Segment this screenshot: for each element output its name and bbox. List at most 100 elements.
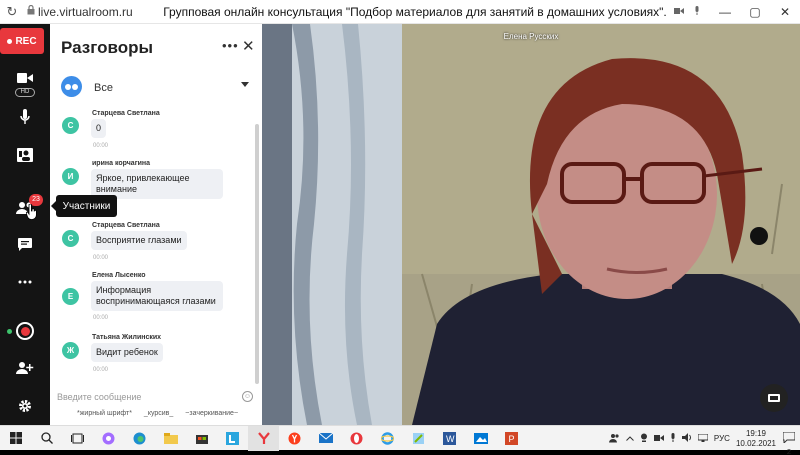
minimize-icon[interactable]: — <box>710 5 740 19</box>
more-button[interactable] <box>0 274 50 290</box>
photos-icon <box>473 432 488 444</box>
mic-status-icon[interactable] <box>694 5 700 18</box>
add-user-icon <box>16 362 34 374</box>
message-list[interactable]: С Старцева Светлана 0 00:00 И ирина корч… <box>50 108 255 396</box>
task-view-button[interactable] <box>62 426 93 451</box>
ie-icon <box>381 431 394 445</box>
powerpoint-icon: P <box>505 431 518 445</box>
share-screen-button[interactable] <box>0 147 50 163</box>
bold-hint: *жирный шрифт* <box>77 410 132 417</box>
chat-icon <box>18 237 32 251</box>
message-time: 00:00 <box>93 315 109 321</box>
record-toggle-button[interactable] <box>16 322 34 340</box>
task-view-icon <box>71 433 84 443</box>
notification-count: 2 <box>786 446 792 455</box>
notifications-button[interactable]: 2 <box>782 431 796 455</box>
notepad-icon <box>413 432 424 444</box>
settings-button[interactable] <box>0 398 50 414</box>
formatting-hints: *жирный шрифт* _курсив_ ~зачеркивание~ <box>77 410 238 417</box>
windows-taskbar: W P РУС 19:19 10.02.2021 2 <box>0 425 800 455</box>
message-time: 00:00 <box>93 143 109 149</box>
screen-layout-button[interactable] <box>760 384 788 412</box>
powerpoint-app-button[interactable]: P <box>496 426 527 451</box>
alice-app-button[interactable] <box>93 426 124 451</box>
l-app-button[interactable] <box>217 426 248 451</box>
maximize-icon[interactable]: ▢ <box>740 5 770 19</box>
mic-tray-icon[interactable] <box>670 433 676 444</box>
participants-tooltip: Участники <box>51 195 117 217</box>
browser-top-bar: ↻ live.virtualroom.ru Групповая онлайн к… <box>0 0 800 24</box>
message-text: Информация воспринимающаяся глазами <box>91 281 223 311</box>
chat-close-icon[interactable]: ✕ <box>242 37 255 55</box>
chat-panel: Разговоры ••• ✕ Все С Старцева Светлана … <box>50 24 262 425</box>
alice-icon <box>102 432 115 444</box>
left-toolbar: REC HD 23 <box>0 24 50 425</box>
system-tray: РУС 19:19 10.02.2021 2 <box>608 426 800 455</box>
camera-status-icon[interactable] <box>674 6 684 18</box>
network-icon[interactable] <box>697 433 709 444</box>
word-app-button[interactable]: W <box>434 426 465 451</box>
strikethrough-hint: ~зачеркивание~ <box>185 410 239 417</box>
yandex-y-icon <box>257 431 270 444</box>
edge-icon <box>133 432 146 444</box>
microphone-button[interactable] <box>0 108 50 126</box>
opera-icon <box>350 432 363 444</box>
recipient-filter-label[interactable]: Все <box>94 82 113 94</box>
camera-button[interactable] <box>0 70 50 86</box>
message-time: 00:00 <box>93 367 109 373</box>
edge-app-button[interactable] <box>124 426 155 451</box>
windows-start-button[interactable] <box>0 426 31 451</box>
close-window-icon[interactable]: ✕ <box>770 5 800 19</box>
people-icon[interactable] <box>608 433 620 445</box>
l-app-icon <box>226 431 239 445</box>
chevron-down-icon[interactable] <box>241 82 249 87</box>
opera-app-button[interactable] <box>341 426 372 451</box>
message-input[interactable]: Введите сообщение <box>57 392 141 402</box>
yandex-icon <box>288 432 301 444</box>
chevron-up-icon[interactable] <box>626 434 634 443</box>
address-bar-url[interactable]: live.virtualroom.ru <box>38 5 156 19</box>
window-controls: — ▢ ✕ <box>710 5 800 19</box>
mail-icon <box>318 433 333 443</box>
camera-icon <box>17 73 33 83</box>
italic-hint: _курсив_ <box>143 410 174 417</box>
avatar: Е <box>62 288 79 305</box>
message-list-scrollbar[interactable] <box>255 124 259 384</box>
photos-app-button[interactable] <box>465 426 496 451</box>
emoji-icon[interactable]: ☺ <box>242 391 253 402</box>
volume-icon[interactable] <box>681 433 692 444</box>
message-author: Старцева Светлана <box>92 222 160 229</box>
notification-icon <box>782 431 796 444</box>
message-author: Старцева Светлана <box>92 110 160 117</box>
speaker-name: Елена Русских <box>503 32 559 41</box>
lock-icon <box>24 4 38 18</box>
word-icon: W <box>443 431 456 445</box>
explorer-app-button[interactable] <box>155 426 186 451</box>
search-taskbar-button[interactable] <box>31 426 62 451</box>
ie-app-button[interactable] <box>372 426 403 451</box>
chat-more-icon[interactable]: ••• <box>222 38 239 53</box>
reload-icon[interactable]: ↻ <box>0 4 24 20</box>
message-text: Восприятие глазами <box>91 231 187 250</box>
avatar: И <box>62 168 79 185</box>
language-indicator[interactable]: РУС <box>714 434 730 443</box>
hand-cursor-icon <box>26 204 37 220</box>
mail-app-button[interactable] <box>310 426 341 451</box>
webcam-tray-icon[interactable] <box>640 433 648 444</box>
windows-logo-icon <box>9 432 22 444</box>
notepad-app-button[interactable] <box>403 426 434 451</box>
folder-icon <box>163 432 178 444</box>
rec-button[interactable]: REC <box>0 28 44 54</box>
yandex-browser-button[interactable] <box>248 425 279 451</box>
message-author: Елена Лысенко <box>92 272 146 279</box>
yandex-app-button[interactable] <box>279 426 310 451</box>
group-icon <box>61 76 82 97</box>
system-clock[interactable]: 19:19 10.02.2021 <box>736 429 776 449</box>
chat-button[interactable] <box>0 236 50 252</box>
rec-label: REC <box>15 35 37 47</box>
store-app-button[interactable] <box>186 426 217 451</box>
clock-time: 19:19 <box>745 428 766 438</box>
invite-button[interactable] <box>0 360 50 376</box>
camera-tray-icon[interactable] <box>653 434 664 444</box>
avatar: Ж <box>62 342 79 359</box>
